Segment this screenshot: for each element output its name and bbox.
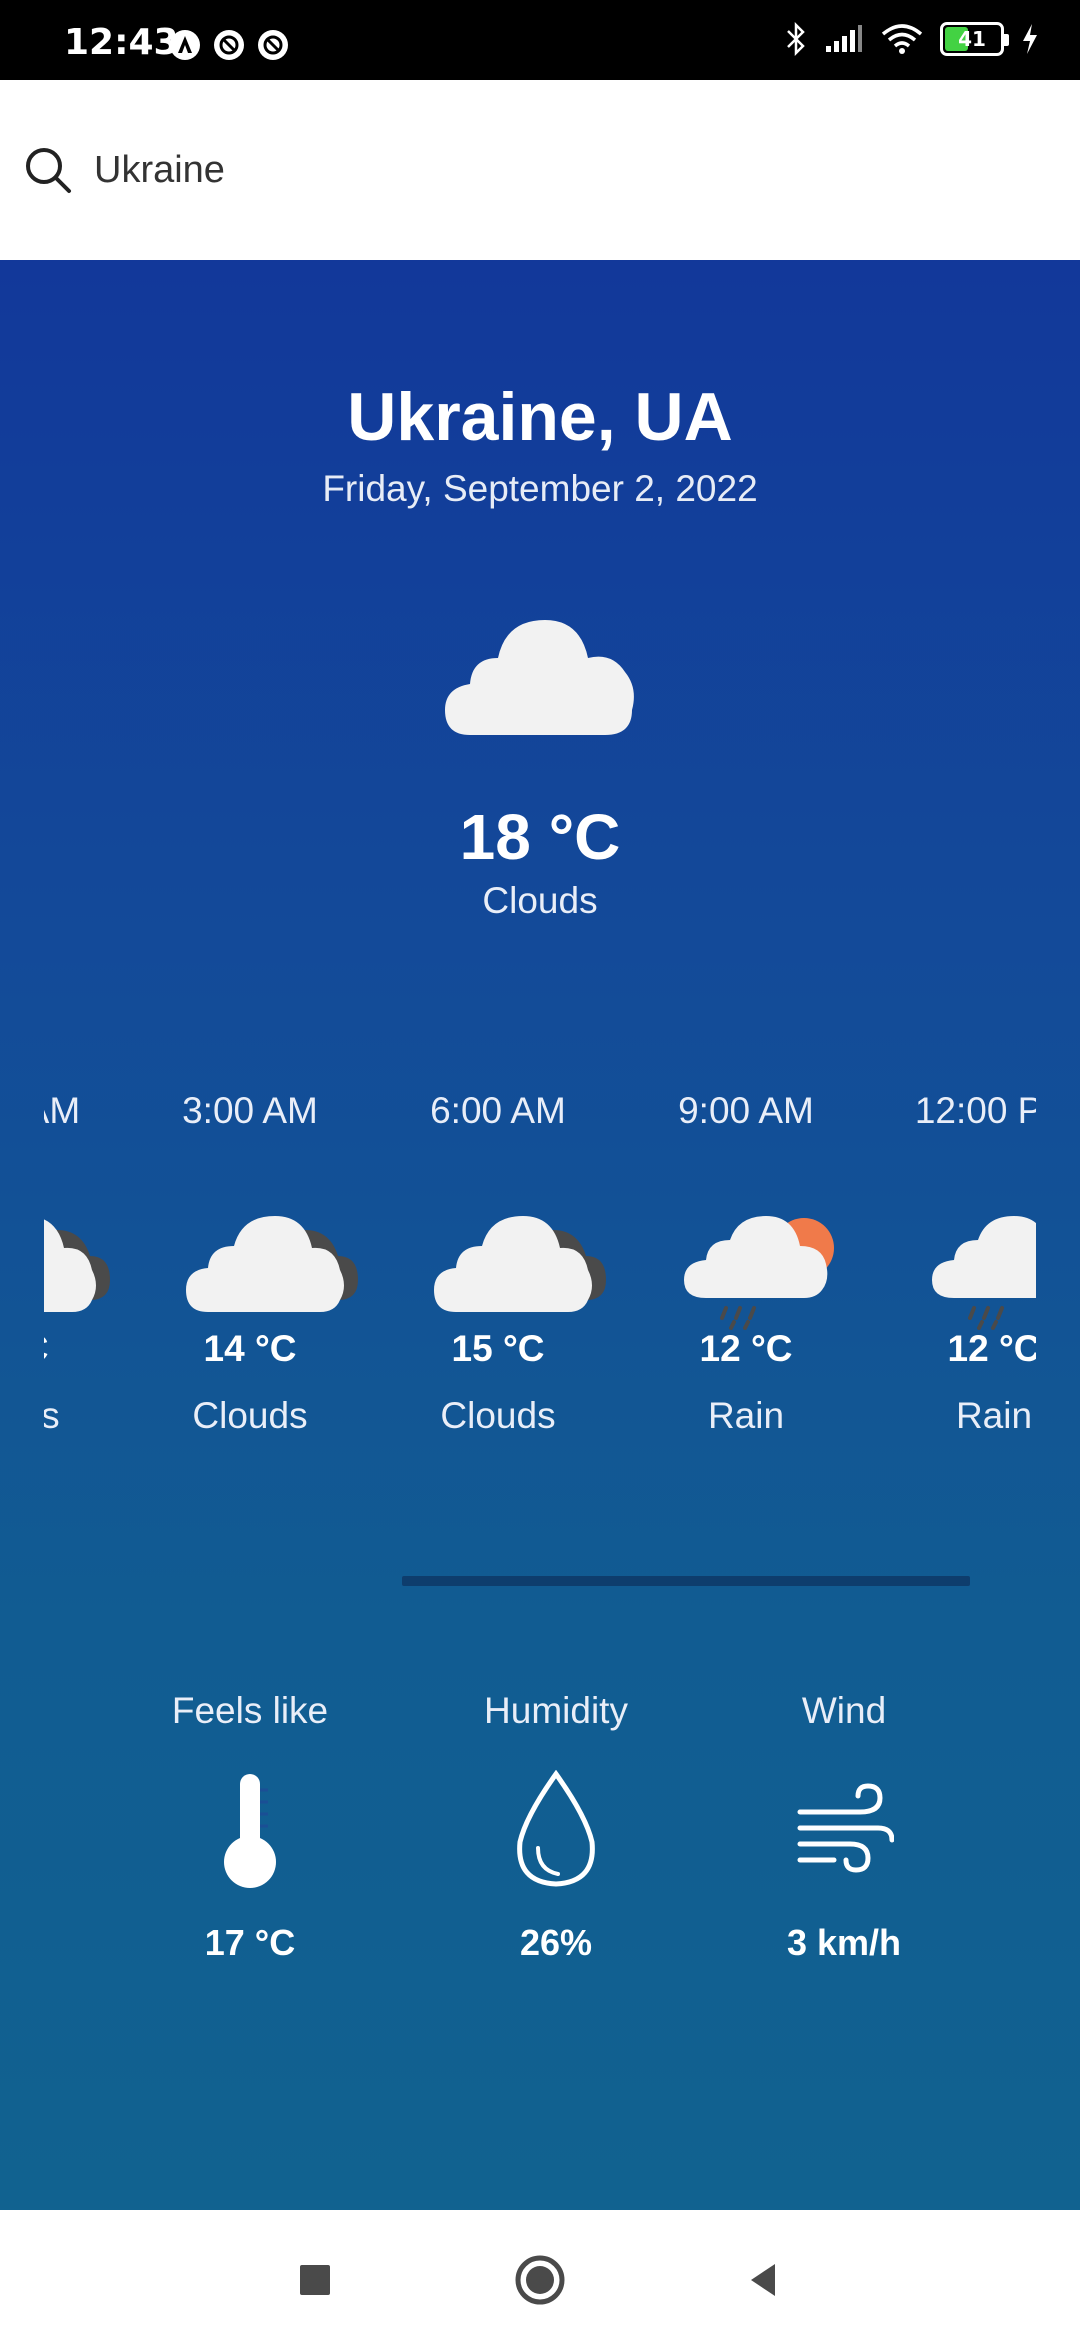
humidity-label: Humidity — [484, 1690, 628, 1731]
charging-icon — [1023, 24, 1037, 54]
hourly-time: 12:00 AM — [44, 1090, 81, 1131]
hourly-item[interactable]: 9:00 AM 12 °C Rain — [622, 1090, 870, 1490]
current-temperature: 18 °C — [459, 801, 621, 873]
app-notification-icon — [214, 30, 244, 60]
hourly-condition: Rain — [955, 1395, 1033, 1436]
rain-sun-icon — [932, 1216, 1036, 1330]
status-right: 41 — [784, 22, 1040, 56]
humidity-value: 26% — [519, 1922, 593, 1963]
battery-icon: 41 — [940, 22, 1009, 56]
hourly-temperature: 14 °C — [44, 1328, 126, 1370]
current-date: Friday, September 2, 2022 — [322, 468, 758, 509]
feels-like-label: Feels like — [171, 1690, 329, 1731]
back-button[interactable] — [735, 2250, 795, 2310]
current-condition: Clouds — [482, 880, 598, 921]
hourly-time: 12:00 PM — [914, 1090, 1036, 1131]
hourly-time: 3:00 AM — [182, 1090, 318, 1131]
wind-label: Wind — [801, 1690, 887, 1731]
hourly-time: 9:00 AM — [678, 1090, 814, 1131]
hourly-temperature: 12 °C — [947, 1328, 1036, 1369]
hourly-temperature: 14 °C — [203, 1328, 297, 1369]
hourly-condition: Clouds — [440, 1395, 556, 1436]
cloud-icon — [434, 1216, 606, 1312]
hourly-item[interactable]: 12:00 AM 14 °C Clouds — [44, 1090, 126, 1490]
notification-icons — [168, 28, 290, 62]
wind-icon — [797, 1783, 894, 1873]
hourly-scrollbar[interactable] — [402, 1576, 970, 1586]
hourly-item[interactable]: 12:00 PM 12 °C Rain — [870, 1090, 1036, 1490]
rain-sun-icon — [684, 1216, 834, 1330]
hourly-item[interactable]: 3:00 AM 14 °C Clouds — [126, 1090, 374, 1490]
search-input[interactable] — [94, 140, 994, 200]
app-notification-icon — [258, 30, 288, 60]
hourly-temperature: 12 °C — [699, 1328, 793, 1369]
feels-like-value: 17 °C — [204, 1922, 296, 1963]
status-bar: 12:43 41 — [0, 0, 1080, 80]
droplet-icon — [517, 1770, 595, 1887]
thermometer-icon — [224, 1774, 276, 1888]
wind-value: 3 km/h — [786, 1922, 902, 1963]
signal-icon — [826, 25, 862, 52]
navigation-bar — [0, 2210, 1080, 2340]
hourly-condition: Rain — [707, 1395, 785, 1436]
weather-panel: Ukraine, UA Friday, September 2, 2022 18… — [0, 260, 1080, 2210]
humidity-detail: Humidity 26% — [406, 1690, 706, 1990]
app-notification-icon — [170, 30, 200, 60]
wifi-icon — [881, 24, 923, 54]
cloud-icon — [44, 1219, 110, 1312]
home-button[interactable] — [510, 2250, 570, 2310]
feels-like-detail: Feels like 17 °C — [100, 1690, 400, 1990]
hourly-condition: Clouds — [192, 1395, 308, 1436]
status-time: 12:43 — [64, 22, 179, 63]
hourly-temperature: 15 °C — [451, 1328, 545, 1369]
weather-details: Feels like 17 °C Humidity 26% Wind 3 km/… — [0, 1690, 1080, 1990]
cloud-icon — [186, 1216, 358, 1312]
location-title: Ukraine, UA — [347, 379, 733, 455]
hourly-time: 6:00 AM — [430, 1090, 566, 1131]
cloud-icon — [445, 620, 634, 735]
hourly-condition: Clouds — [44, 1395, 60, 1436]
search-bar — [0, 80, 1080, 260]
search-icon[interactable] — [22, 144, 74, 196]
battery-level: 41 — [958, 27, 986, 51]
recents-button[interactable] — [285, 2250, 345, 2310]
wind-detail: Wind 3 km/h — [694, 1690, 994, 1990]
hourly-forecast[interactable]: 12:00 AM 14 °C Clouds 3:00 AM 14 °C Clou… — [44, 1090, 1036, 1490]
hourly-item[interactable]: 6:00 AM 15 °C Clouds — [374, 1090, 622, 1490]
bluetooth-icon — [787, 22, 805, 56]
